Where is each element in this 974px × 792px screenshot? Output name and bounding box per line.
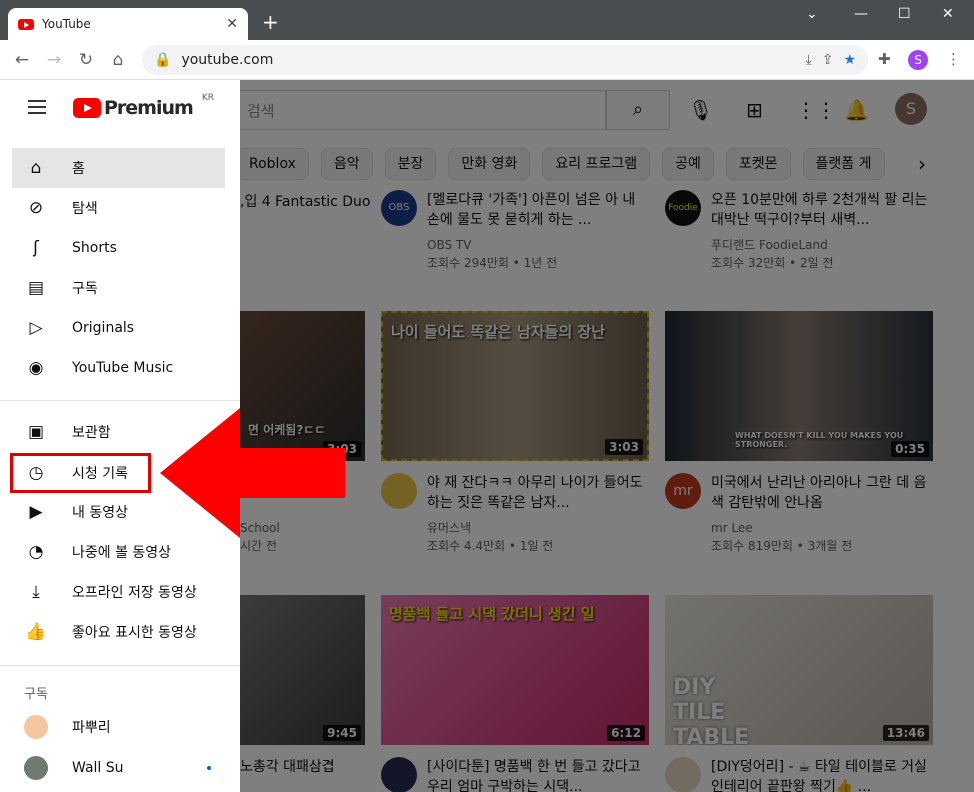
highlight-box xyxy=(10,453,151,493)
youtube-favicon-icon xyxy=(18,18,34,30)
install-icon[interactable]: ⤓ xyxy=(806,52,812,68)
like-icon: 👍 xyxy=(25,622,47,642)
watch-later-icon: ◔ xyxy=(28,542,44,562)
compass-icon: ⊘ xyxy=(28,198,44,218)
sidebar-item-subscriptions[interactable]: ▤ 구독 xyxy=(12,268,225,308)
library-icon: ▣ xyxy=(27,422,45,442)
divider xyxy=(0,665,240,666)
sidebar-item-home[interactable]: ⌂ 홈 xyxy=(12,148,225,188)
home-icon[interactable]: ⌂ xyxy=(102,50,134,70)
red-arrow-annotation xyxy=(160,408,345,538)
new-tab-icon[interactable]: + xyxy=(262,10,279,34)
url-text: youtube.com xyxy=(181,52,274,68)
forward-icon[interactable]: → xyxy=(38,50,70,70)
chevron-down-icon[interactable]: ⌄ xyxy=(806,6,818,22)
profile-avatar[interactable]: S xyxy=(908,50,928,70)
youtube-page: 검색 ⌕ 🎙 ⊞ ⋮⋮ 🔔 S Roblox 음악 분장 만화 영화 요리 프로… xyxy=(0,80,974,792)
maximize-icon[interactable]: ☐ xyxy=(898,6,911,22)
browser-toolbar: ← → ↻ ⌂ 🔒 youtube.com ⤓ ⇪ ★ ✚ S ⋮ xyxy=(0,40,974,80)
minimize-icon[interactable]: — xyxy=(854,6,868,22)
window-close-icon[interactable]: ✕ xyxy=(942,6,954,22)
share-icon[interactable]: ⇪ xyxy=(822,52,834,68)
address-bar[interactable]: 🔒 youtube.com ⤓ ⇪ ★ xyxy=(142,45,868,75)
close-icon[interactable]: ✕ xyxy=(226,16,238,32)
bookmark-star-icon[interactable]: ★ xyxy=(843,52,856,68)
music-icon: ◉ xyxy=(28,358,44,378)
download-icon: ⤓ xyxy=(32,582,40,602)
youtube-premium-logo[interactable]: Premium KR xyxy=(73,93,214,119)
subscription-item[interactable]: 파뿌리 xyxy=(12,707,225,747)
menu-kebab-icon[interactable]: ⋮ xyxy=(946,50,961,68)
reload-icon[interactable]: ↻ xyxy=(70,50,102,70)
sidebar-item-originals[interactable]: ▷ Originals xyxy=(12,308,225,348)
sidebar-item-downloads[interactable]: ⤓ 오프라인 저장 동영상 xyxy=(12,572,225,612)
sidebar-item-shorts[interactable]: ʃ Shorts xyxy=(12,228,225,268)
subscriptions-heading: 구독 xyxy=(24,687,48,702)
shorts-icon: ʃ xyxy=(33,238,39,258)
home-icon: ⌂ xyxy=(30,158,42,178)
sidebar-item-explore[interactable]: ⊘ 탐색 xyxy=(12,188,225,228)
subscription-item[interactable]: Wall Su xyxy=(12,748,225,788)
subscriptions-icon: ▤ xyxy=(27,278,45,298)
browser-tab[interactable]: YouTube ✕ xyxy=(8,8,248,40)
channel-avatar xyxy=(24,756,48,780)
sidebar-item-youtube-music[interactable]: ◉ YouTube Music xyxy=(12,348,225,388)
youtube-logo-icon xyxy=(73,98,101,118)
extensions-icon[interactable]: ✚ xyxy=(878,50,891,68)
sidebar-item-liked-videos[interactable]: 👍 좋아요 표시한 동영상 xyxy=(12,612,225,652)
lock-icon: 🔒 xyxy=(154,52,172,68)
divider xyxy=(0,400,240,401)
back-icon[interactable]: ← xyxy=(6,50,38,70)
new-content-dot xyxy=(207,766,211,770)
channel-avatar xyxy=(24,715,48,739)
tab-title: YouTube xyxy=(42,17,91,31)
my-videos-icon: ▶ xyxy=(29,502,43,522)
originals-icon: ▷ xyxy=(29,318,43,338)
browser-tab-strip: YouTube ✕ + ⌄ — ☐ ✕ xyxy=(0,0,974,40)
menu-hamburger-icon[interactable] xyxy=(28,100,46,114)
sidebar-item-watch-later[interactable]: ◔ 나중에 볼 동영상 xyxy=(12,532,225,572)
